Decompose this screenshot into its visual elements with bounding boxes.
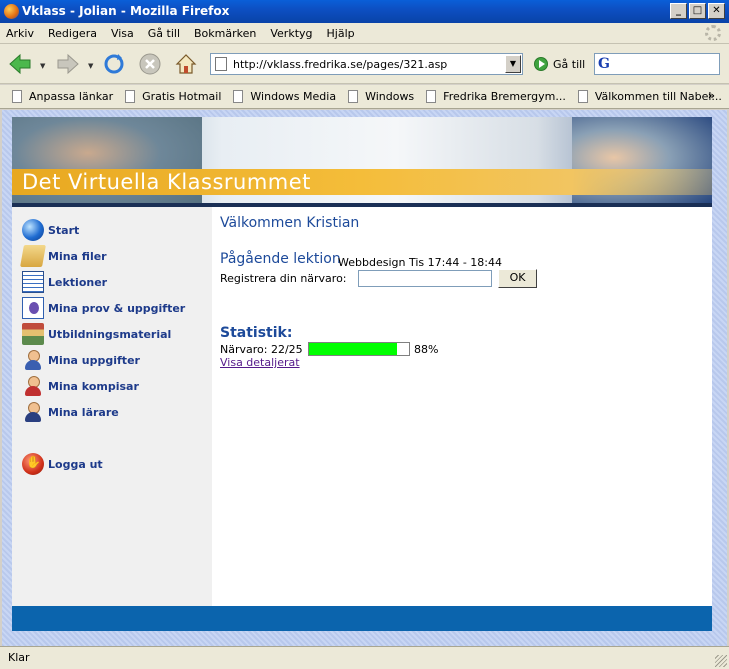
friends-icon bbox=[22, 375, 44, 397]
menu-redigera[interactable]: Redigera bbox=[48, 27, 97, 40]
home-icon[interactable] bbox=[174, 52, 198, 76]
bookmark-page-icon bbox=[348, 90, 359, 103]
folder-icon bbox=[20, 245, 46, 267]
sidebar-item-lektioner[interactable]: Lektioner bbox=[22, 270, 107, 294]
site-banner: Det Virtuella Klassrummet bbox=[12, 117, 712, 207]
sidebar-item-mina-filer[interactable]: Mina filer bbox=[20, 244, 107, 268]
url-text[interactable]: http://vklass.fredrika.se/pages/321.asp bbox=[233, 58, 505, 71]
teacher-icon bbox=[22, 401, 44, 423]
attendance-input[interactable] bbox=[358, 270, 492, 287]
bookmark-gratis-hotmail[interactable]: Gratis Hotmail bbox=[125, 90, 221, 103]
logout-hand-icon bbox=[22, 453, 44, 475]
test-icon bbox=[22, 297, 44, 319]
status-bar: Klar bbox=[0, 646, 729, 669]
menu-hjalp[interactable]: Hjälp bbox=[327, 27, 355, 40]
bookmark-page-icon bbox=[125, 90, 136, 103]
bookmark-valkommen-nabel[interactable]: Välkommen till Nabel... bbox=[577, 90, 722, 103]
page-footer bbox=[12, 606, 712, 631]
sidebar-item-start[interactable]: Start bbox=[22, 218, 79, 242]
attendance-percent: 88% bbox=[414, 343, 439, 356]
books-icon bbox=[22, 323, 44, 345]
attendance-label: Närvaro: 22/25 bbox=[220, 343, 303, 356]
show-details-link[interactable]: Visa detaljerat bbox=[220, 356, 300, 369]
resize-grip-icon[interactable] bbox=[715, 655, 727, 667]
maximize-button[interactable]: □ bbox=[689, 3, 706, 19]
menu-verktyg[interactable]: Verktyg bbox=[270, 27, 312, 40]
firefox-icon bbox=[4, 4, 19, 19]
window-controls: _ □ ✕ bbox=[670, 3, 725, 19]
url-dropdown-icon[interactable]: ▼ bbox=[505, 55, 521, 73]
back-dropdown-icon[interactable]: ▼ bbox=[40, 62, 45, 70]
sidebar-item-mina-uppgifter[interactable]: Mina uppgifter bbox=[22, 348, 140, 372]
banner-title: Det Virtuella Klassrummet bbox=[22, 170, 311, 194]
current-lesson-heading: Pågående lektion bbox=[220, 251, 341, 267]
menu-bokmarken[interactable]: Bokmärken bbox=[194, 27, 256, 40]
menu-visa[interactable]: Visa bbox=[111, 27, 134, 40]
forward-arrow-icon[interactable] bbox=[56, 52, 80, 76]
menu-bar: Arkiv Redigera Visa Gå till Bokmärken Ve… bbox=[0, 23, 729, 44]
navigation-toolbar: ▼ ▼ http://vklass.fredrika.se/pages/321.… bbox=[0, 44, 729, 84]
attendance-progress-bar bbox=[308, 342, 410, 356]
sidebar-item-logga-ut[interactable]: Logga ut bbox=[22, 452, 103, 476]
bookmarks-overflow-button[interactable]: » bbox=[708, 89, 715, 102]
current-lesson-info: Webbdesign Tis 17:44 - 18:44 bbox=[338, 256, 502, 269]
bookmark-windows[interactable]: Windows bbox=[348, 90, 414, 103]
calendar-icon bbox=[22, 271, 44, 293]
search-input[interactable]: G bbox=[594, 53, 720, 75]
page-icon bbox=[215, 57, 227, 71]
menu-ga-till[interactable]: Gå till bbox=[148, 27, 180, 40]
bookmark-page-icon bbox=[577, 90, 588, 103]
attendance-progress-fill bbox=[309, 343, 397, 355]
bookmark-page-icon bbox=[233, 90, 244, 103]
google-search-icon[interactable]: G bbox=[598, 56, 610, 72]
menu-arkiv[interactable]: Arkiv bbox=[6, 27, 34, 40]
sidebar-item-utbildningsmaterial[interactable]: Utbildningsmaterial bbox=[22, 322, 171, 346]
bookmark-page-icon bbox=[426, 90, 437, 103]
go-icon bbox=[534, 57, 548, 71]
globe-icon bbox=[22, 219, 44, 241]
bookmark-windows-media[interactable]: Windows Media bbox=[233, 90, 336, 103]
window-title: Vklass - Jolian - Mozilla Firefox bbox=[22, 4, 230, 18]
statistics-heading: Statistik: bbox=[220, 325, 293, 341]
back-arrow-icon[interactable] bbox=[8, 52, 32, 76]
go-label: Gå till bbox=[553, 57, 586, 71]
throbber-icon bbox=[705, 25, 721, 41]
sidebar-item-mina-larare[interactable]: Mina lärare bbox=[22, 400, 119, 424]
sidebar: Start Mina filer Lektioner Mina prov & u… bbox=[12, 207, 212, 606]
close-button[interactable]: ✕ bbox=[708, 3, 725, 19]
address-bar[interactable]: http://vklass.fredrika.se/pages/321.asp … bbox=[210, 53, 523, 75]
status-text: Klar bbox=[8, 651, 30, 664]
forward-dropdown-icon[interactable]: ▼ bbox=[88, 62, 93, 70]
ok-button[interactable]: OK bbox=[498, 269, 537, 288]
welcome-heading: Välkommen Kristian bbox=[220, 215, 360, 231]
go-button[interactable]: Gå till bbox=[534, 57, 585, 71]
bookmark-fredrika-bremergym[interactable]: Fredrika Bremergym... bbox=[426, 90, 566, 103]
bookmark-anpassa-lankar[interactable]: Anpassa länkar bbox=[12, 90, 113, 103]
register-attendance-label: Registrera din närvaro: bbox=[220, 272, 347, 285]
bookmarks-toolbar: Anpassa länkar Gratis Hotmail Windows Me… bbox=[0, 85, 729, 109]
bookmark-page-icon bbox=[12, 90, 22, 103]
sidebar-item-mina-prov[interactable]: Mina prov & uppgifter bbox=[22, 296, 185, 320]
window-title-bar: Vklass - Jolian - Mozilla Firefox _ □ ✕ bbox=[0, 0, 729, 23]
sidebar-item-mina-kompisar[interactable]: Mina kompisar bbox=[22, 374, 139, 398]
stop-icon[interactable] bbox=[138, 52, 162, 76]
minimize-button[interactable]: _ bbox=[670, 3, 687, 19]
user-icon bbox=[22, 349, 44, 371]
reload-icon[interactable] bbox=[102, 52, 126, 76]
